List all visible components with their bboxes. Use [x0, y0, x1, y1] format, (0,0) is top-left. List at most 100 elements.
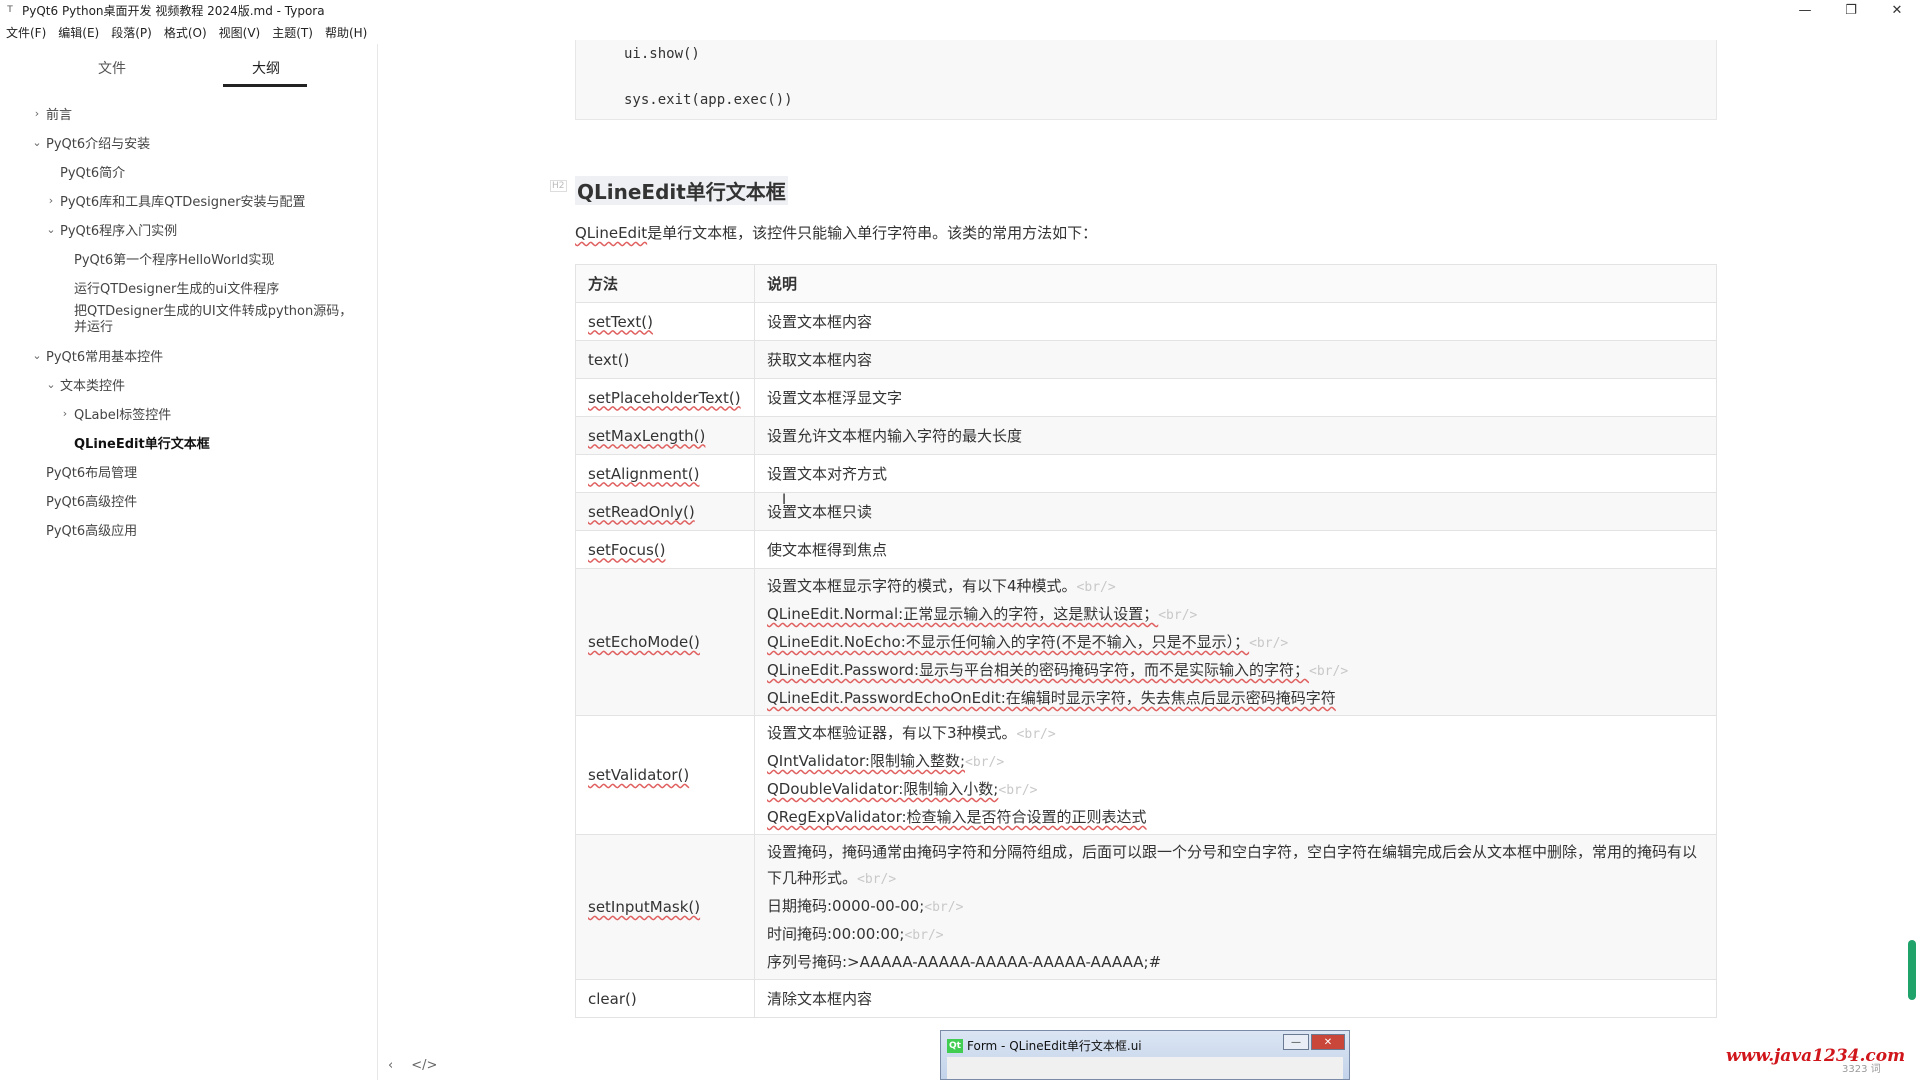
intro-paragraph: QLineEdit是单行文本框，该控件只能输入单行字符串。该类的常用方法如下： — [575, 222, 1097, 243]
chevron-right-icon[interactable]: › — [58, 407, 72, 420]
method-name: setInputMask() — [588, 898, 701, 916]
outline-item[interactable]: 把QTDesigner生成的UI文件转成python源码，并运行 — [74, 304, 364, 336]
description-line: 设置掩码，掩码通常由掩码字符和分隔符组成，后面可以跟一个分号和空白字符，空白字符… — [767, 843, 1698, 887]
chevron-down-icon[interactable]: ⌄ — [30, 349, 44, 362]
chevron-down-icon[interactable]: ⌄ — [44, 378, 58, 391]
table-row: setPlaceholderText() 设置文本框浮显文字 — [575, 378, 1717, 417]
qt-icon: Qt — [947, 1038, 963, 1053]
description-line: QLineEdit.PasswordEchoOnEdit:在编辑时显示字符，失去… — [767, 689, 1336, 707]
outline-item[interactable]: › PyQt6库和工具库QTDesigner安装与配置 — [44, 191, 306, 210]
outline-item-label: PyQt6第一个程序HelloWorld实现 — [74, 253, 275, 268]
preview-controls: — ✕ — [1283, 1034, 1345, 1050]
outline-item-active[interactable]: QLineEdit单行文本框 — [74, 433, 210, 452]
word-count[interactable]: 3323 词 — [1842, 1060, 1881, 1075]
title-bar: T PyQt6 Python桌面开发 视频教程 2024版.md - Typor… — [0, 0, 1920, 20]
method-description: 设置文本对齐方式 — [767, 465, 888, 483]
description-line: 时间掩码:00:00:00; — [767, 925, 905, 943]
table-row: setText() 设置文本框内容 — [575, 302, 1717, 341]
method-description: 获取文本框内容 — [767, 351, 873, 369]
scroll-indicator[interactable] — [1908, 940, 1916, 1000]
br-tag: <br/> — [924, 900, 964, 915]
section-heading: QLineEdit单行文本框 — [575, 176, 788, 205]
menu-theme[interactable]: 主题(T) — [266, 24, 319, 41]
br-tag: <br/> — [857, 872, 897, 887]
method-name: text() — [588, 350, 630, 369]
outline-item[interactable]: PyQt6高级控件 — [46, 491, 137, 510]
outline-item-label: PyQt6高级应用 — [46, 524, 138, 539]
description-line: 设置文本框验证器，有以下3种模式。 — [767, 724, 1017, 742]
typora-app-icon: T — [7, 5, 13, 15]
intro-link: QLineEdit — [575, 224, 648, 242]
table-row: setEchoMode() 设置文本框显示字符的模式，有以下4种模式。<br/>… — [575, 568, 1717, 716]
restore-button[interactable]: ❐ — [1828, 0, 1874, 20]
preview-title: Form - QLineEdit单行文本框.ui — [967, 1039, 1142, 1053]
menu-bar: 文件(F) 编辑(E) 段落(P) 格式(O) 视图(V) 主题(T) 帮助(H… — [0, 22, 373, 42]
outline-item[interactable]: PyQt6简介 — [60, 162, 125, 181]
outline-item[interactable]: 运行QTDesigner生成的ui文件程序 — [74, 278, 279, 297]
method-name: setFocus() — [588, 540, 666, 559]
outline-item[interactable]: › QLabel标签控件 — [58, 404, 172, 423]
outline-item-label: PyQt6库和工具库QTDesigner安装与配置 — [60, 195, 306, 210]
description-line: 序列号掩码:>AAAAA-AAAAA-AAAAA-AAAAA-AAAAA;# — [767, 953, 1162, 971]
active-tab-indicator — [223, 84, 307, 87]
minimize-button[interactable]: — — [1782, 0, 1828, 20]
br-tag: <br/> — [1158, 608, 1198, 623]
method-name: setEchoMode() — [588, 633, 700, 651]
outline-item-label: 文本类控件 — [60, 379, 126, 394]
outline-item[interactable]: PyQt6布局管理 — [46, 462, 137, 481]
header-method: 方法 — [575, 264, 755, 303]
sidebar-footer: ‹ </> — [388, 1058, 437, 1073]
preview-minimize-button[interactable]: — — [1283, 1034, 1309, 1050]
description-line: QLineEdit.Normal:正常显示输入的字符，这是默认设置； — [767, 605, 1159, 623]
outline-item[interactable]: ⌄ PyQt6常用基本控件 — [30, 346, 163, 365]
preview-close-button[interactable]: ✕ — [1311, 1034, 1345, 1050]
outline-item-label: QLabel标签控件 — [74, 408, 172, 423]
window-controls: — ❐ ✕ — [1782, 0, 1920, 20]
tab-files[interactable]: 文件 — [98, 58, 126, 78]
method-name: setMaxLength() — [588, 426, 706, 445]
outline-item[interactable]: › 前言 — [30, 104, 72, 123]
br-tag: <br/> — [1016, 727, 1056, 742]
method-description: 清除文本框内容 — [767, 990, 873, 1008]
sidebar: 文件 大纲 › 前言 ⌄ PyQt6介绍与安装 PyQt6简介 › PyQt6库… — [0, 44, 378, 1080]
chevron-down-icon[interactable]: ⌄ — [30, 136, 44, 149]
table-row: setMaxLength() 设置允许文本框内输入字符的最大长度 — [575, 416, 1717, 455]
outline-item[interactable]: ⌄ 文本类控件 — [44, 375, 125, 394]
qt-designer-preview-window[interactable]: Qt Form - QLineEdit单行文本框.ui — ✕ — [940, 1030, 1350, 1080]
collapse-sidebar-icon[interactable]: ‹ — [388, 1058, 393, 1073]
menu-view[interactable]: 视图(V) — [213, 24, 267, 41]
outline-item-label: 运行QTDesigner生成的ui文件程序 — [74, 282, 280, 297]
br-tag: <br/> — [1309, 664, 1349, 679]
tab-outline[interactable]: 大纲 — [252, 58, 280, 78]
preview-body — [947, 1057, 1343, 1079]
close-button[interactable]: ✕ — [1874, 0, 1920, 20]
chevron-right-icon[interactable]: › — [44, 194, 58, 207]
code-block[interactable]: ui.show() sys.exit(app.exec()) — [575, 40, 1717, 120]
outline-item[interactable]: ⌄ PyQt6介绍与安装 — [30, 133, 150, 152]
outline-item[interactable]: PyQt6第一个程序HelloWorld实现 — [74, 249, 274, 268]
menu-paragraph[interactable]: 段落(P) — [105, 24, 158, 41]
menu-help[interactable]: 帮助(H) — [319, 24, 373, 41]
outline-item[interactable]: PyQt6高级应用 — [46, 520, 137, 539]
text-cursor: I — [782, 492, 787, 508]
menu-format[interactable]: 格式(O) — [158, 24, 213, 41]
outline-item-label: PyQt6简介 — [60, 166, 126, 181]
chevron-right-icon[interactable]: › — [30, 107, 44, 120]
outline-item-label: PyQt6高级控件 — [46, 495, 138, 510]
menu-edit[interactable]: 编辑(E) — [52, 24, 105, 41]
table-row: setFocus() 使文本框得到焦点 — [575, 530, 1717, 569]
source-code-mode-icon[interactable]: </> — [411, 1058, 437, 1073]
method-description: 设置文本框浮显文字 — [767, 389, 903, 407]
method-name: clear() — [588, 989, 637, 1008]
br-tag: <br/> — [1076, 580, 1116, 595]
window-title: PyQt6 Python桌面开发 视频教程 2024版.md - Typora — [22, 3, 325, 18]
intro-text: 是单行文本框，该控件只能输入单行字符串。该类的常用方法如下： — [647, 224, 1098, 242]
table-row: clear() 清除文本框内容 — [575, 979, 1717, 1018]
methods-table: 方法 说明 setText() 设置文本框内容 text() 获取文本框内容 s… — [575, 264, 1717, 1018]
description-line: QIntValidator:限制输入整数; — [767, 752, 966, 770]
heading-level-icon: H2 — [550, 180, 567, 192]
outline-item[interactable]: ⌄ PyQt6程序入门实例 — [44, 220, 177, 239]
menu-file[interactable]: 文件(F) — [0, 24, 52, 41]
description-line: QLineEdit.NoEcho:不显示任何输入的字符(不是不输入，只是不显示）… — [767, 633, 1250, 651]
chevron-down-icon[interactable]: ⌄ — [44, 223, 58, 236]
